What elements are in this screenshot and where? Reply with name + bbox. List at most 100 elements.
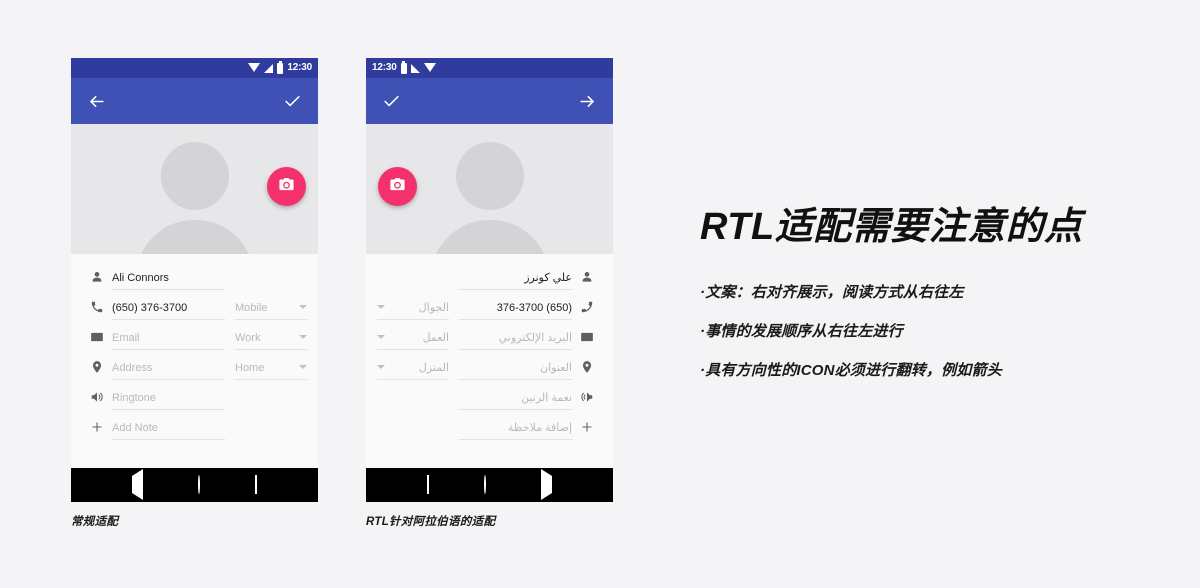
chevron-down-icon — [299, 365, 307, 369]
caption-ltr: 常规适配 — [71, 516, 119, 528]
address-type-select[interactable]: Home — [235, 362, 307, 380]
email-type-label: Work — [235, 332, 261, 344]
camera-icon — [278, 176, 295, 198]
field-row-name[interactable]: Ali Connors — [71, 260, 318, 290]
field-row-email[interactable]: Email Work — [71, 320, 318, 350]
phone-type-select[interactable]: الجوال — [377, 301, 449, 320]
phone-type-select[interactable]: Mobile — [235, 302, 307, 320]
bullet-item: ·事情的发展顺序从右往左进行 — [700, 322, 903, 340]
status-bar-rtl: 12:30 — [366, 58, 613, 78]
battery-icon — [277, 60, 284, 74]
status-bar-time: 12:30 — [287, 62, 312, 73]
app-bar-ltr — [71, 78, 318, 124]
recents-square-icon[interactable] — [427, 475, 430, 494]
camera-fab-button[interactable] — [267, 167, 306, 206]
name-type-spacer — [377, 284, 449, 290]
phone-icon-mirrored — [572, 300, 602, 320]
person-icon — [572, 270, 602, 290]
phone-mockup-ltr: 12:30 Ali Connors (650) 376-3700 Mobile … — [71, 58, 318, 502]
plus-icon — [572, 420, 602, 440]
app-bar-rtl — [366, 78, 613, 124]
caption-rtl: RTL针对阿拉伯语的适配 — [366, 516, 496, 528]
page-title: RTL适配需要注意的点 — [700, 206, 1083, 248]
contact-form-rtl: علي كونرز (650) 376-3700 الجوال البريد ا… — [366, 254, 613, 440]
back-triangle-icon[interactable] — [132, 469, 144, 500]
wifi-icon — [248, 63, 261, 73]
status-bar-ltr: 12:30 — [71, 58, 318, 78]
camera-icon — [389, 176, 406, 198]
slide-canvas: 12:30 Ali Connors (650) 376-3700 Mobile … — [0, 0, 1200, 588]
chevron-down-icon — [377, 334, 385, 339]
check-icon[interactable] — [382, 92, 401, 111]
email-icon — [82, 330, 112, 350]
chevron-down-icon — [299, 305, 307, 309]
ringtone-input[interactable]: نغمة الرنين — [459, 391, 572, 410]
signal-icon — [264, 63, 274, 73]
field-row-email[interactable]: البريد الإلكتروني العمل — [366, 320, 613, 350]
field-row-note[interactable]: إضافة ملاحظة — [366, 410, 613, 440]
email-input[interactable]: Email — [112, 332, 225, 350]
ringtone-icon — [82, 390, 112, 410]
note-type-spacer — [235, 434, 307, 440]
ringtone-icon-mirrored — [572, 390, 602, 410]
person-placeholder-avatar — [430, 142, 550, 254]
address-type-label: المنزل — [418, 362, 449, 374]
bullet-item: ·文案：右对齐展示，阅读方式从右往左 — [700, 283, 964, 301]
android-nav-bar-ltr — [71, 468, 318, 502]
chevron-down-icon — [299, 335, 307, 339]
address-type-select[interactable]: المنزل — [377, 361, 449, 380]
chevron-down-icon — [377, 304, 385, 309]
contact-form-ltr: Ali Connors (650) 376-3700 Mobile Email … — [71, 254, 318, 440]
home-circle-icon[interactable] — [197, 475, 200, 494]
field-row-phone[interactable]: (650) 376-3700 الجوال — [366, 290, 613, 320]
android-nav-bar-rtl — [366, 468, 613, 502]
field-row-ringtone[interactable]: Ringtone — [71, 380, 318, 410]
signal-icon-mirrored — [410, 63, 420, 73]
person-placeholder-avatar — [135, 142, 255, 254]
field-row-address[interactable]: العنوان المنزل — [366, 350, 613, 380]
phone-input[interactable]: (650) 376-3700 — [112, 302, 225, 320]
location-icon — [572, 360, 602, 380]
note-type-spacer — [377, 434, 449, 440]
phone-type-label: Mobile — [235, 302, 268, 314]
field-row-address[interactable]: Address Home — [71, 350, 318, 380]
phone-input[interactable]: (650) 376-3700 — [459, 302, 572, 320]
camera-fab-button[interactable] — [378, 167, 417, 206]
recents-square-icon[interactable] — [254, 475, 257, 494]
chevron-down-icon — [377, 364, 385, 369]
ringtone-input[interactable]: Ringtone — [112, 392, 225, 410]
email-input[interactable]: البريد الإلكتروني — [459, 331, 572, 350]
arrow-forward-icon[interactable] — [578, 92, 597, 111]
address-input[interactable]: العنوان — [459, 361, 572, 380]
wifi-icon — [423, 63, 436, 73]
battery-icon — [400, 60, 407, 74]
person-icon — [82, 270, 112, 290]
address-input[interactable]: Address — [112, 362, 225, 380]
field-row-ringtone[interactable]: نغمة الرنين — [366, 380, 613, 410]
field-row-phone[interactable]: (650) 376-3700 Mobile — [71, 290, 318, 320]
name-input[interactable]: علي كونرز — [459, 271, 572, 290]
phone-type-label: الجوال — [418, 302, 449, 314]
field-row-name[interactable]: علي كونرز — [366, 260, 613, 290]
bullet-item: ·具有方向性的ICON必须进行翻转，例如箭头 — [700, 361, 1002, 379]
address-type-label: Home — [235, 362, 265, 374]
arrow-back-icon[interactable] — [87, 92, 106, 111]
check-icon[interactable] — [283, 92, 302, 111]
note-input[interactable]: إضافة ملاحظة — [459, 421, 572, 440]
location-icon — [82, 360, 112, 380]
name-input[interactable]: Ali Connors — [112, 272, 225, 290]
email-type-select[interactable]: Work — [235, 332, 307, 350]
email-type-label: العمل — [422, 332, 449, 344]
email-icon — [572, 330, 602, 350]
back-triangle-icon-mirrored[interactable] — [540, 469, 552, 500]
field-row-note[interactable]: Add Note — [71, 410, 318, 440]
name-type-spacer — [235, 284, 307, 290]
email-type-select[interactable]: العمل — [377, 331, 449, 350]
plus-icon — [82, 420, 112, 440]
status-bar-time: 12:30 — [372, 62, 397, 73]
bullet-list: ·文案：右对齐展示，阅读方式从右往左 ·事情的发展顺序从右往左进行 ·具有方向性… — [700, 285, 1170, 378]
note-input[interactable]: Add Note — [112, 422, 225, 440]
home-circle-icon[interactable] — [483, 475, 486, 494]
phone-mockup-rtl: 12:30 علي كونرز (650) 376-3700 الجوال ال… — [366, 58, 613, 502]
ringtone-type-spacer — [377, 404, 449, 410]
